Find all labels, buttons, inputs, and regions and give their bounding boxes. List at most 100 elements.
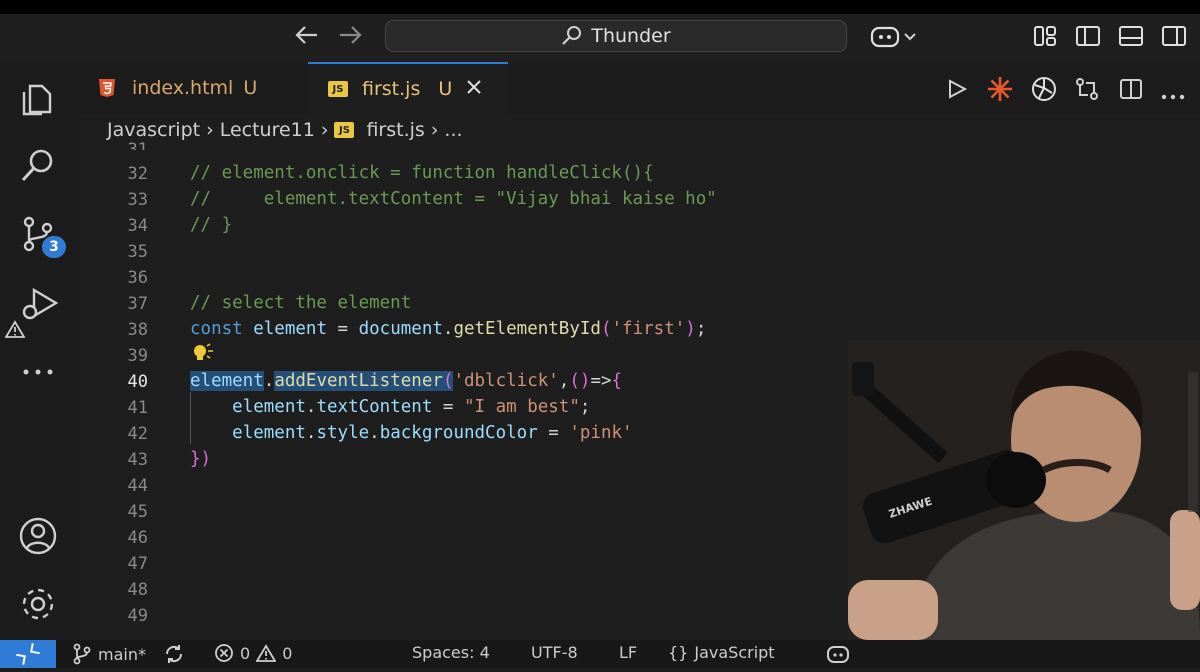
encoding-label: UTF-8 <box>531 643 578 662</box>
top-strip <box>0 0 1200 14</box>
spark-button[interactable] <box>987 76 1013 106</box>
line-number: 49 <box>127 606 148 626</box>
copilot-menu[interactable] <box>870 24 920 54</box>
back-button[interactable] <box>295 24 319 51</box>
code-text: element.addEventListener('dblclick',()=>… <box>190 371 623 391</box>
copilot-status-button[interactable] <box>826 644 850 668</box>
js-icon: JS <box>328 81 348 97</box>
language-mode-indicator[interactable]: {} JavaScript <box>668 643 775 662</box>
eol-indicator[interactable]: LF <box>619 643 637 662</box>
breadcrumb-subfolder[interactable]: Lecture11 <box>220 119 315 141</box>
git-compare-icon <box>1076 78 1098 100</box>
line-number-current: 40 <box>127 372 148 392</box>
sync-button[interactable] <box>163 643 185 665</box>
code-comment: // element.textContent = "Vijay bhai kai… <box>190 189 717 209</box>
line-number: 48 <box>127 580 148 600</box>
indentation-indicator[interactable]: Spaces: 4 <box>412 643 490 662</box>
search-icon <box>562 26 582 45</box>
accounts-button[interactable] <box>18 516 58 560</box>
code-comment: // select the element <box>190 293 412 313</box>
tab-status: U <box>243 77 258 99</box>
command-center-search[interactable]: Thunder <box>385 20 847 52</box>
forward-button[interactable] <box>338 24 362 51</box>
breadcrumb-folder[interactable]: Javascript <box>107 119 200 141</box>
panel-icon <box>1119 26 1143 46</box>
tab-label: index.html <box>132 77 234 99</box>
problems-indicator[interactable]: 0 0 <box>214 643 292 663</box>
tab-close-button[interactable] <box>466 78 482 100</box>
explorer-button[interactable] <box>18 78 58 122</box>
error-icon <box>215 644 233 662</box>
line-number: 44 <box>127 476 148 496</box>
git-branch-icon <box>73 643 91 665</box>
close-icon <box>467 80 481 94</box>
tab-first-js[interactable]: JS first.js U <box>308 62 508 114</box>
code-line: element.textContent = "I am best"; <box>190 397 590 417</box>
warning-count: 0 <box>282 643 293 663</box>
sidebar-right-icon <box>1162 26 1186 46</box>
toggle-primary-sidebar-button[interactable] <box>1075 24 1101 52</box>
run-button[interactable] <box>946 78 968 104</box>
code-comment: // element.onclick = function handleClic… <box>190 163 654 183</box>
indentation-label: Spaces: 4 <box>412 643 490 662</box>
line-number: 35 <box>127 242 148 262</box>
source-control-badge: 3 <box>42 236 66 258</box>
command-center-text: Thunder <box>591 25 671 47</box>
line-number: 32 <box>127 164 148 184</box>
line-number-partial: 31 <box>127 140 148 150</box>
more-views-button[interactable] <box>18 360 58 388</box>
code-line: // element.onclick = function handleClic… <box>190 163 654 183</box>
line-number: 45 <box>127 502 148 522</box>
code-line: // element.textContent = "Vijay bhai kai… <box>190 189 717 209</box>
presenter-video: ZHAWE <box>848 340 1200 640</box>
customize-layout-button[interactable] <box>1033 24 1057 52</box>
spark-icon <box>988 77 1012 101</box>
settings-icon <box>22 588 54 620</box>
split-editor-button[interactable] <box>1119 77 1143 105</box>
js-icon: JS <box>334 122 355 138</box>
code-line: // } <box>190 215 232 235</box>
play-icon <box>949 79 968 99</box>
chatgpt-button[interactable] <box>1030 75 1058 107</box>
more-actions-button[interactable] <box>1160 86 1186 105</box>
run-debug-icon <box>22 287 59 320</box>
tab-index-html[interactable]: index.html U <box>98 62 306 114</box>
lightbulb-icon[interactable] <box>191 343 215 369</box>
line-number: 43 <box>127 450 148 470</box>
settings-button[interactable] <box>18 584 58 628</box>
breadcrumb-more[interactable]: ... <box>444 119 462 141</box>
code-text: }) <box>190 449 212 469</box>
html5-icon <box>99 79 115 97</box>
line-number: 39 <box>127 346 148 366</box>
code-comment: // } <box>190 215 233 235</box>
tab-status: U <box>438 78 453 100</box>
more-icon <box>1161 94 1185 100</box>
chatgpt-icon <box>1032 77 1056 101</box>
code-text: element.textContent = "I am best"; <box>232 397 591 417</box>
code-text: element.style.backgroundColor = 'pink' <box>232 423 633 443</box>
line-number: 37 <box>127 294 148 314</box>
breadcrumb: Javascript › Lecture11 › JS first.js › .… <box>107 118 463 142</box>
search-icon <box>21 149 53 182</box>
compare-changes-button[interactable] <box>1074 76 1100 106</box>
webcam-overlay: ZHAWE <box>848 340 1200 640</box>
toggle-secondary-sidebar-button[interactable] <box>1161 24 1187 52</box>
toggle-panel-button[interactable] <box>1118 24 1144 52</box>
explorer-icon <box>22 84 52 116</box>
code-line: const element = document.getElementById(… <box>190 319 706 339</box>
remote-indicator-button[interactable] <box>0 640 56 668</box>
sync-icon <box>165 645 183 663</box>
account-icon <box>19 517 57 555</box>
line-number: 33 <box>127 190 148 210</box>
encoding-indicator[interactable]: UTF-8 <box>531 643 578 662</box>
branch-indicator[interactable]: main* <box>72 643 146 665</box>
sidebar-left-icon <box>1076 26 1100 46</box>
breadcrumb-file[interactable]: first.js <box>366 119 424 141</box>
line-number: 36 <box>127 268 148 288</box>
warning-icon <box>4 320 26 342</box>
remote-icon <box>16 643 40 665</box>
search-view-button[interactable] <box>18 146 58 190</box>
code-line: }) <box>190 449 211 469</box>
arrow-right-icon <box>340 26 362 44</box>
editor-scrollbar[interactable] <box>1188 372 1198 512</box>
